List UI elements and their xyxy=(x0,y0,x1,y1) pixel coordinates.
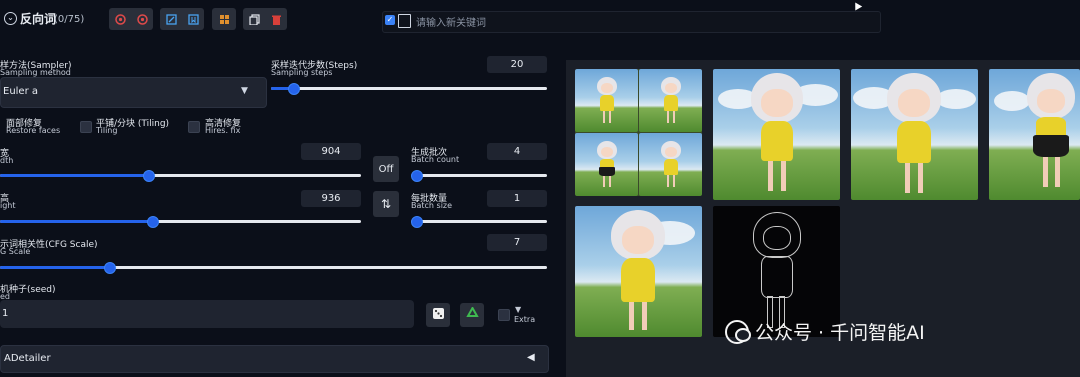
negative-prompt-title[interactable]: ⌄ 反向词 xyxy=(4,10,56,27)
chevron-down-icon: ▼ xyxy=(241,86,248,96)
book-icon[interactable] xyxy=(398,14,411,28)
prompt-tool-group-3 xyxy=(212,8,236,30)
width-value[interactable]: 904 xyxy=(301,143,361,160)
height-sublabel: ight xyxy=(0,201,16,210)
sampler-select[interactable]: Euler a ▼ xyxy=(0,77,267,108)
wechat-icon xyxy=(725,319,751,344)
gallery-grid-thumbnail[interactable] xyxy=(575,69,702,196)
dice-icon xyxy=(432,307,445,323)
chevron-down-icon: ⌄ xyxy=(4,12,17,25)
copy-icon[interactable] xyxy=(248,13,260,26)
recycle-icon xyxy=(465,305,479,323)
batch-count-slider-thumb[interactable] xyxy=(411,170,423,182)
hires-fix-checkbox[interactable] xyxy=(188,121,200,133)
sampler-value: Euler a xyxy=(3,86,39,97)
adetailer-label: ADetailer xyxy=(4,353,51,364)
extra-arrow-icon: ▼ xyxy=(515,305,522,314)
batch-count-sublabel: Batch count xyxy=(411,155,460,164)
height-slider[interactable] xyxy=(0,216,361,228)
restore-faces-sublabel: Restore faces xyxy=(6,126,61,135)
width-slider-thumb[interactable] xyxy=(143,170,155,182)
prompt-tool-group-4 xyxy=(243,8,287,30)
adetailer-accordion[interactable]: ADetailer ◀ xyxy=(0,345,549,373)
cfg-value[interactable]: 7 xyxy=(487,234,547,251)
steps-value[interactable]: 20 xyxy=(487,56,547,73)
gallery-image[interactable] xyxy=(851,69,978,200)
tiling-sublabel: Tiling xyxy=(96,126,118,135)
gallery-image[interactable] xyxy=(989,69,1080,200)
seed-value: 1 xyxy=(2,308,9,319)
width-slider-fill xyxy=(0,174,148,177)
reuse-seed-button[interactable] xyxy=(460,303,484,327)
checkmark-icon[interactable]: ✓ xyxy=(385,15,395,25)
batch-count-value[interactable]: 4 xyxy=(487,143,547,160)
edit-icon[interactable] xyxy=(165,13,177,25)
cfg-sublabel: G Scale xyxy=(0,247,31,256)
cfg-slider[interactable] xyxy=(0,262,547,274)
tiling-checkbox[interactable] xyxy=(80,121,92,133)
grid-cell-image xyxy=(639,133,702,196)
batch-size-value[interactable]: 1 xyxy=(487,190,547,207)
steps-slider[interactable] xyxy=(271,83,547,95)
batch-size-sublabel: Batch size xyxy=(411,201,453,210)
steps-slider-thumb[interactable] xyxy=(288,83,300,95)
random-seed-button[interactable] xyxy=(426,303,450,327)
extra-label: Extra xyxy=(514,315,536,324)
seed-input[interactable]: 1 xyxy=(0,300,414,328)
batch-size-slider[interactable] xyxy=(411,216,547,228)
gallery-image[interactable] xyxy=(575,206,702,337)
grid-cell-image xyxy=(575,69,638,132)
batch-count-slider[interactable] xyxy=(411,170,547,182)
height-slider-thumb[interactable] xyxy=(147,216,159,228)
width-slider[interactable] xyxy=(0,170,361,182)
watermark-text: 公众号 · 千问智能AI xyxy=(755,322,925,344)
gallery-image[interactable] xyxy=(713,69,840,200)
watermark: 公众号 · 千问智能AI xyxy=(725,318,925,345)
prompt-tool-group-2 xyxy=(160,8,204,30)
swap-dimensions-button[interactable]: ⇅ xyxy=(373,191,399,217)
extra-checkbox[interactable] xyxy=(498,309,510,321)
height-slider-fill xyxy=(0,220,152,223)
grid-icon[interactable] xyxy=(219,14,230,25)
off-button[interactable]: Off xyxy=(373,156,399,182)
trash-icon[interactable] xyxy=(271,14,282,25)
cfg-slider-fill xyxy=(0,266,109,269)
red-circle-icon[interactable] xyxy=(136,13,148,25)
token-count: (0/75) xyxy=(54,14,85,25)
batch-size-slider-thumb[interactable] xyxy=(411,216,423,228)
steps-sublabel: Sampling steps xyxy=(271,68,333,77)
width-sublabel: dth xyxy=(0,156,14,165)
bookmark-icon[interactable] xyxy=(187,13,199,25)
keyword-placeholder: 请输入新关键词 xyxy=(416,18,486,29)
sampler-sublabel: Sampling method xyxy=(0,68,71,77)
height-value[interactable]: 936 xyxy=(301,190,361,207)
grid-cell-image xyxy=(639,69,702,132)
collapse-arrow-icon: ◀ xyxy=(527,352,535,363)
cfg-slider-thumb[interactable] xyxy=(104,262,116,274)
red-circle-icon[interactable] xyxy=(114,13,126,25)
grid-cell-image xyxy=(575,133,638,196)
hires-fix-sublabel: Hires. fix xyxy=(205,126,241,135)
prompt-tool-group-1 xyxy=(109,8,153,30)
negative-prompt-label: 反向词 xyxy=(20,12,57,26)
